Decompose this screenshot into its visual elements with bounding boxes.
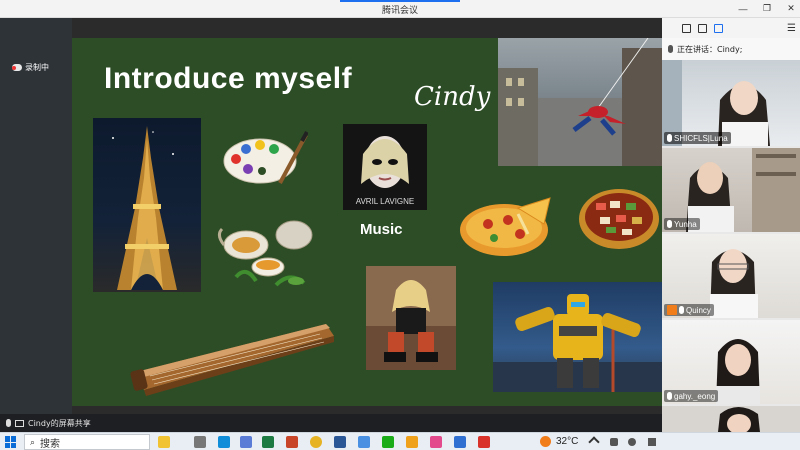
recording-label: 录制中 [25, 63, 49, 72]
menu-icon[interactable]: ☰ [787, 23, 796, 34]
hotpot-image [576, 185, 662, 253]
task-view-icon[interactable] [194, 436, 206, 448]
app-icon[interactable] [406, 436, 418, 448]
title-bar: 腾讯会议 — ❐ ✕ [0, 0, 800, 18]
participant-tile[interactable]: Quincy [662, 234, 800, 318]
screen-share-label: Cindy的屏幕共享 [28, 418, 91, 428]
excel-icon[interactable] [262, 436, 274, 448]
left-meeting-bar: 录制中 [0, 18, 72, 414]
network-icon[interactable] [610, 438, 618, 446]
mic-icon [679, 306, 684, 314]
participant-tile[interactable]: gahy._eong [662, 320, 800, 404]
shared-slide: Introduce myself Cindy AVRIL LAVIGNE Mus… [72, 38, 662, 406]
user-icon [667, 305, 677, 315]
title-accent [340, 0, 460, 2]
cloud-icon[interactable] [628, 438, 636, 446]
paint-palette-image [222, 131, 308, 187]
wechat-icon[interactable] [382, 436, 394, 448]
mic-icon[interactable] [6, 419, 11, 427]
chrome-icon[interactable] [310, 436, 322, 448]
speaker-view-icon[interactable] [698, 23, 707, 33]
wps-icon[interactable] [478, 436, 490, 448]
edge-icon[interactable] [218, 436, 230, 448]
tencent-meeting-window: 腾讯会议 — ❐ ✕ 录制中 Introduce myself Cindy AV… [0, 0, 800, 450]
screen-share-icon [15, 419, 24, 427]
window-title: 腾讯会议 [381, 6, 418, 16]
participant-tile[interactable] [662, 406, 800, 432]
avril-lavigne-photo [366, 266, 456, 370]
mic-icon [667, 220, 672, 228]
music-label: Music [360, 221, 403, 238]
weather-icon[interactable] [540, 436, 551, 447]
volume-icon[interactable] [648, 438, 656, 446]
pizza-image [458, 190, 554, 260]
gallery-view-icon[interactable] [682, 23, 691, 33]
speaker-mic-icon [668, 45, 673, 53]
avril-lavigne-album-image: AVRIL LAVIGNE [343, 124, 427, 210]
participant-tile[interactable]: Yunha [662, 148, 800, 232]
active-speaker-bar: 正在讲话：Cindy; [662, 38, 800, 60]
windows-taskbar: ⌕ 搜索 32°C [0, 432, 800, 450]
participant-name-tag: Yunha [664, 218, 700, 230]
participant-panel: ☰ 正在讲话：Cindy; SHICFLS|Luna Yunha Quincy … [662, 18, 800, 432]
search-placeholder: 搜索 [40, 438, 61, 450]
panel-toolbar: ☰ [662, 18, 800, 38]
temperature[interactable]: 32°C [556, 436, 578, 447]
participant-name: SHICFLS|Luna [674, 133, 728, 143]
participant-name: Yunha [674, 219, 697, 229]
app-icon[interactable] [430, 436, 442, 448]
word-icon[interactable] [334, 436, 346, 448]
recording-indicator[interactable]: 录制中 [12, 62, 49, 73]
close-button[interactable]: ✕ [784, 2, 798, 15]
files-icon[interactable] [240, 436, 252, 448]
eiffel-tower-image [93, 118, 201, 292]
mic-icon [667, 392, 672, 400]
tea-set-image [216, 215, 320, 295]
tray-arrow-icon[interactable] [588, 436, 600, 448]
app-icon[interactable] [454, 436, 466, 448]
slide-name: Cindy [414, 82, 491, 112]
file-explorer-icon[interactable] [158, 436, 170, 448]
participant-name-tag: Quincy [664, 304, 714, 316]
slide-title: Introduce myself [104, 62, 353, 95]
restore-button[interactable]: ❐ [760, 2, 774, 15]
guzheng-image [130, 318, 336, 398]
recording-icon [12, 64, 22, 71]
active-speaker-label: 正在讲话：Cindy; [677, 44, 743, 54]
spider-man-image [498, 38, 662, 166]
tencent-meeting-icon[interactable] [358, 436, 370, 448]
mic-icon [667, 134, 672, 142]
participant-video [718, 407, 760, 432]
participant-tile[interactable]: SHICFLS|Luna [662, 60, 800, 146]
participant-name: Quincy [686, 305, 711, 315]
participant-name-tag: SHICFLS|Luna [664, 132, 731, 144]
participant-name: gahy._eong [674, 391, 716, 401]
list-view-icon[interactable] [714, 23, 723, 33]
search-icon: ⌕ [30, 436, 36, 447]
taskbar-search[interactable]: ⌕ 搜索 [24, 434, 150, 450]
minimize-button[interactable]: — [736, 2, 750, 15]
participant-name-tag: gahy._eong [664, 390, 719, 402]
start-button[interactable] [5, 436, 17, 448]
screen-share-bar: Cindy的屏幕共享 [0, 414, 662, 432]
bumblebee-robot-image [493, 282, 662, 392]
powerpoint-icon[interactable] [286, 436, 298, 448]
album-text: AVRIL LAVIGNE [356, 197, 415, 206]
